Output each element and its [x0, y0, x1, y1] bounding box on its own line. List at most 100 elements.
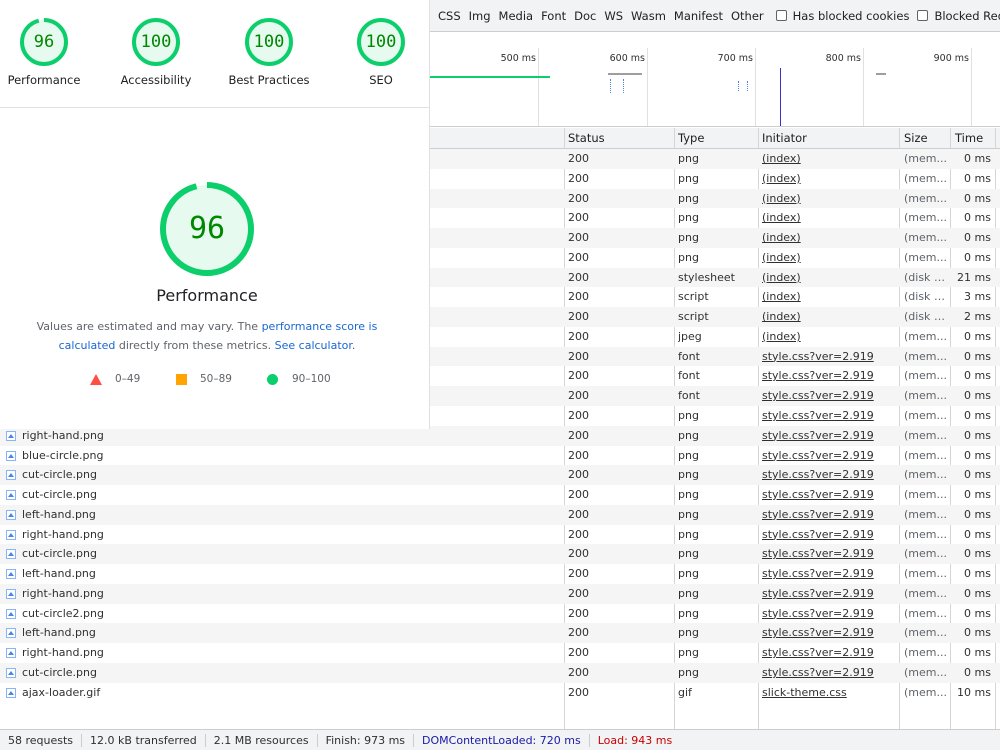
blocked-requests-checkbox[interactable]: Blocked Requests [917, 9, 1000, 23]
request-initiator-link[interactable]: style.css?ver=2.919 [762, 386, 896, 406]
request-name[interactable]: left-hand.png [0, 623, 430, 643]
request-initiator-link[interactable]: style.css?ver=2.919 [762, 604, 896, 624]
filter-manifest[interactable]: Manifest [670, 9, 727, 23]
filter-media[interactable]: Media [495, 9, 538, 23]
filter-font[interactable]: Font [537, 9, 570, 23]
request-size: (mem... [904, 507, 947, 521]
table-row[interactable]: cut-circle.png 200 png style.css?ver=2.919 (… [0, 485, 1000, 505]
table-row[interactable]: cut-circle2.png 200 png style.css?ver=2.919… [0, 604, 1000, 624]
filter-img[interactable]: Img [465, 9, 495, 23]
request-initiator-link[interactable]: slick-theme.css [762, 683, 896, 703]
request-initiator-link[interactable]: (index) [762, 248, 896, 268]
request-initiator-link[interactable]: (index) [762, 287, 896, 307]
has-blocked-cookies-checkbox[interactable]: Has blocked cookies [775, 9, 909, 23]
see-calculator-link[interactable]: See calculator [275, 339, 352, 352]
request-initiator-link[interactable]: style.css?ver=2.919 [762, 584, 896, 604]
request-initiator-link[interactable]: style.css?ver=2.919 [762, 347, 896, 367]
request-initiator-link[interactable]: style.css?ver=2.919 [762, 544, 896, 564]
column-header-time[interactable]: Time [951, 128, 983, 149]
filter-css[interactable]: CSS [434, 9, 465, 23]
request-time: 0 ms [964, 171, 991, 185]
request-initiator-link[interactable]: (index) [762, 268, 896, 288]
network-overview-timeline[interactable]: 500 ms 600 ms 700 ms 800 ms 900 ms [430, 48, 1000, 127]
request-initiator-link[interactable]: style.css?ver=2.919 [762, 525, 896, 545]
request-time: 0 ms [964, 389, 991, 403]
request-initiator-link[interactable]: style.css?ver=2.919 [762, 366, 896, 386]
table-row[interactable]: right-hand.png 200 png style.css?ver=2.919 (… [0, 643, 1000, 663]
table-row[interactable]: left-hand.png 200 png style.css?ver=2.919 (m… [0, 623, 1000, 644]
request-status: 200 [568, 428, 589, 442]
request-size: (mem... [904, 626, 947, 640]
request-name[interactable]: left-hand.png [0, 564, 430, 584]
column-header-initiator[interactable]: Initiator [758, 128, 807, 149]
checkbox-icon[interactable] [775, 10, 787, 21]
network-status-bar: 58 requests 12.0 kB transferred 2.1 MB r… [0, 729, 1000, 750]
table-row[interactable]: cut-circle.png 200 png style.css?ver=2.919 (… [0, 663, 1000, 683]
request-name[interactable]: right-hand.png [0, 584, 430, 604]
request-name[interactable]: cut-circle.png [0, 485, 430, 505]
gauge-seo[interactable]: 100 SEO [325, 18, 437, 87]
filter-other[interactable]: Other [727, 9, 768, 23]
timeline-gridline [647, 48, 648, 126]
table-row[interactable]: left-hand.png 200 png style.css?ver=2.919 (m… [0, 564, 1000, 584]
request-initiator-link[interactable]: (index) [762, 307, 896, 327]
request-type: png [678, 527, 699, 541]
table-row[interactable]: blue-circle.png 200 png style.css?ver=2.919… [0, 446, 1000, 466]
gauge-best-practices[interactable]: 100 Best Practices [213, 18, 325, 87]
request-name[interactable]: ajax-loader.gif [0, 683, 430, 703]
column-header-size[interactable]: Size [900, 128, 928, 149]
legend-pass-range: 90–100 [292, 373, 331, 385]
column-header-status[interactable]: Status [564, 128, 605, 149]
request-initiator-link[interactable]: (index) [762, 327, 896, 347]
request-size: (mem... [904, 191, 947, 205]
request-status: 200 [568, 527, 589, 541]
request-initiator-link[interactable]: style.css?ver=2.919 [762, 623, 896, 643]
request-status: 200 [568, 685, 589, 699]
request-name[interactable]: right-hand.png [0, 643, 430, 663]
request-initiator-link[interactable]: (index) [762, 149, 896, 169]
request-status: 200 [568, 310, 589, 324]
request-initiator-link[interactable]: (index) [762, 208, 896, 228]
request-time: 0 ms [964, 646, 991, 660]
request-initiator-link[interactable]: style.css?ver=2.919 [762, 426, 896, 446]
request-initiator-link[interactable]: (index) [762, 228, 896, 248]
gauge-accessibility[interactable]: 100 Accessibility [100, 18, 212, 87]
request-name[interactable]: cut-circle.png [0, 544, 430, 564]
request-name[interactable]: left-hand.png [0, 505, 430, 525]
request-initiator-link[interactable]: style.css?ver=2.919 [762, 643, 896, 663]
request-size: (mem... [904, 152, 947, 165]
filter-doc[interactable]: Doc [570, 9, 600, 23]
column-header-type[interactable]: Type [674, 128, 704, 149]
request-initiator-link[interactable]: style.css?ver=2.919 [762, 564, 896, 584]
request-size: (mem... [904, 428, 947, 442]
gauge-score: 100 [253, 32, 285, 52]
filter-ws[interactable]: WS [600, 9, 627, 23]
request-initiator-link[interactable]: style.css?ver=2.919 [762, 663, 896, 683]
request-initiator-link[interactable]: (index) [762, 189, 896, 209]
request-initiator-link[interactable]: (index) [762, 169, 896, 189]
request-name[interactable]: blue-circle.png [0, 446, 430, 466]
request-type: png [678, 586, 699, 600]
request-time: 0 ms [964, 191, 991, 205]
table-row[interactable]: cut-circle.png 200 png style.css?ver=2.919 (… [0, 544, 1000, 565]
transferred-size: 12.0 kB transferred [82, 733, 206, 747]
request-initiator-link[interactable]: style.css?ver=2.919 [762, 485, 896, 505]
request-initiator-link[interactable]: style.css?ver=2.919 [762, 406, 896, 426]
table-row[interactable]: cut-circle.png 200 png style.css?ver=2.919 (… [0, 465, 1000, 486]
request-name[interactable]: cut-circle.png [0, 663, 430, 683]
request-name[interactable]: right-hand.png [0, 525, 430, 545]
request-initiator-link[interactable]: style.css?ver=2.919 [762, 446, 896, 466]
table-row[interactable]: ajax-loader.gif 200 gif slick-theme.css (mem… [0, 683, 1000, 703]
request-initiator-link[interactable]: style.css?ver=2.919 [762, 465, 896, 485]
request-name[interactable]: cut-circle2.png [0, 604, 430, 624]
request-name[interactable]: cut-circle.png [0, 465, 430, 485]
table-row[interactable]: right-hand.png 200 png style.css?ver=2.919 (… [0, 583, 1000, 604]
table-row[interactable]: left-hand.png 200 png style.css?ver=2.919 (m… [0, 504, 1000, 525]
request-initiator-link[interactable]: style.css?ver=2.919 [762, 505, 896, 525]
checkbox-icon[interactable] [917, 10, 929, 21]
filter-wasm[interactable]: Wasm [627, 9, 670, 23]
table-row[interactable]: right-hand.png 200 png style.css?ver=2.919 (… [0, 525, 1000, 545]
timeline-gridline [971, 48, 972, 126]
average-square-icon [176, 374, 187, 385]
gauge-performance[interactable]: 96 Performance [0, 18, 100, 87]
